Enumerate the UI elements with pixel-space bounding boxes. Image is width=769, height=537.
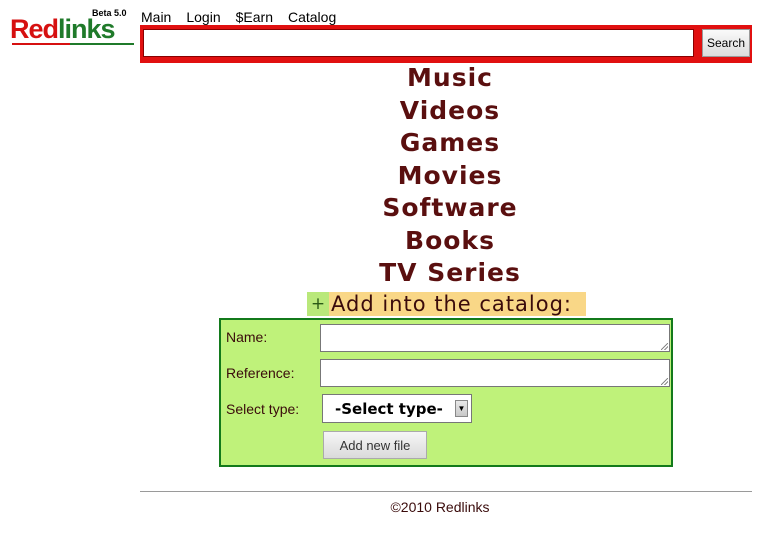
resize-grip-icon[interactable] bbox=[661, 343, 668, 350]
name-field[interactable] bbox=[320, 324, 670, 352]
category-list: Music Videos Games Movies Software Books… bbox=[140, 62, 760, 290]
category-link-software[interactable]: Software bbox=[140, 192, 760, 225]
logo-underline-green bbox=[70, 43, 134, 45]
beta-version-label: Beta 5.0 bbox=[92, 8, 127, 18]
reference-field[interactable] bbox=[320, 359, 670, 387]
top-nav: Main Login $Earn Catalog bbox=[141, 9, 351, 25]
category-link-books[interactable]: Books bbox=[140, 225, 760, 258]
reference-label: Reference: bbox=[226, 365, 295, 381]
type-select-value: -Select type- bbox=[335, 400, 443, 418]
footer-copyright: ©2010 Redlinks bbox=[390, 499, 490, 515]
name-label: Name: bbox=[226, 329, 268, 345]
nav-catalog-link[interactable]: Catalog bbox=[288, 9, 336, 25]
add-catalog-title: Add into the catalog: bbox=[331, 292, 572, 316]
resize-grip-icon[interactable] bbox=[661, 378, 668, 385]
dropdown-arrow-icon[interactable]: ▼ bbox=[455, 400, 468, 417]
search-button[interactable]: Search bbox=[702, 29, 750, 57]
add-file-form: Name: Reference: Select type: -Select ty… bbox=[219, 318, 673, 467]
redlinks-logo[interactable]: Redlinks Beta 5.0 bbox=[10, 8, 138, 48]
expand-plus-icon[interactable]: + bbox=[307, 292, 329, 316]
select-type-label: Select type: bbox=[226, 401, 300, 417]
category-link-movies[interactable]: Movies bbox=[140, 160, 760, 193]
nav-earn-link[interactable]: $Earn bbox=[236, 9, 273, 25]
category-link-games[interactable]: Games bbox=[140, 127, 760, 160]
search-bar: Search bbox=[140, 25, 752, 63]
nav-main-link[interactable]: Main bbox=[141, 9, 171, 25]
type-select[interactable]: -Select type- ▼ bbox=[322, 394, 472, 423]
add-catalog-header[interactable]: + Add into the catalog: bbox=[307, 292, 586, 316]
category-link-tv-series[interactable]: TV Series bbox=[140, 257, 760, 290]
category-link-music[interactable]: Music bbox=[140, 62, 760, 95]
category-link-videos[interactable]: Videos bbox=[140, 95, 760, 128]
logo-underline-red bbox=[12, 43, 70, 45]
add-new-file-button[interactable]: Add new file bbox=[323, 431, 427, 459]
search-input[interactable] bbox=[144, 30, 693, 56]
nav-login-link[interactable]: Login bbox=[186, 9, 220, 25]
logo-wordmark: Redlinks bbox=[10, 14, 116, 44]
search-input-wrapper bbox=[143, 29, 694, 57]
footer-divider bbox=[140, 491, 752, 492]
